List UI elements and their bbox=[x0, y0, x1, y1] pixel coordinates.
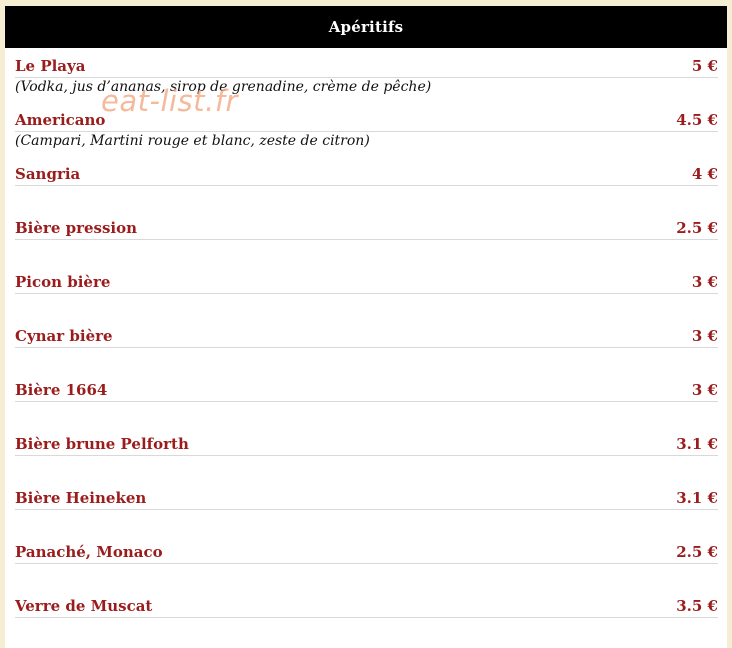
menu-item-name: Bière Heineken bbox=[15, 489, 147, 507]
menu-item-price: 4 € bbox=[691, 165, 718, 183]
menu-item-row: Verre de Muscat 3.5 € bbox=[15, 588, 718, 618]
menu-item: Le Playa 5 € (Vodka, jus d’ananas, sirop… bbox=[15, 48, 718, 102]
menu-item-name: Cynar bière bbox=[15, 327, 113, 345]
menu-item-description: (Vodka, jus d’ananas, sirop de grenadine… bbox=[15, 79, 432, 95]
menu-item: Americano 4.5 € (Campari, Martini rouge … bbox=[15, 102, 718, 156]
menu-item-row: Bière brune Pelforth 3.1 € bbox=[15, 426, 718, 456]
menu-item: Cynar bière 3 € bbox=[15, 318, 718, 372]
menu-item: Bière pression 2.5 € bbox=[15, 210, 718, 264]
menu-item-price: 3 € bbox=[691, 327, 718, 345]
menu-item-row: Bière 1664 3 € bbox=[15, 372, 718, 402]
menu-item-row: Picon bière 3 € bbox=[15, 264, 718, 294]
menu-item: Panaché, Monaco 2.5 € bbox=[15, 534, 718, 588]
menu-item-price: 4.5 € bbox=[676, 111, 718, 129]
menu-item-name: Bière 1664 bbox=[15, 381, 108, 399]
section-title: Apéritifs bbox=[328, 18, 404, 36]
menu-item-price: 5 € bbox=[691, 57, 718, 75]
menu-item-name: Le Playa bbox=[15, 57, 86, 75]
menu-item-name: Bière brune Pelforth bbox=[15, 435, 189, 453]
menu-item-row: Panaché, Monaco 2.5 € bbox=[15, 534, 718, 564]
menu-item-name: Sangria bbox=[15, 165, 81, 183]
menu-item-row: Sangria 4 € bbox=[15, 156, 718, 186]
menu-item-row: Bière pression 2.5 € bbox=[15, 210, 718, 240]
menu-list: Le Playa 5 € (Vodka, jus d’ananas, sirop… bbox=[5, 48, 727, 642]
menu-item: Bière brune Pelforth 3.1 € bbox=[15, 426, 718, 480]
menu-item: Bière Heineken 3.1 € bbox=[15, 480, 718, 534]
menu-item-price: 3.1 € bbox=[676, 489, 718, 507]
section-header: Apéritifs bbox=[5, 6, 727, 48]
menu-item-row: Cynar bière 3 € bbox=[15, 318, 718, 348]
menu-panel: Apéritifs Le Playa 5 € (Vodka, jus d’ana… bbox=[5, 6, 727, 648]
menu-item-row: Bière Heineken 3.1 € bbox=[15, 480, 718, 510]
menu-item-name: Bière pression bbox=[15, 219, 138, 237]
menu-item: Sangria 4 € bbox=[15, 156, 718, 210]
menu-item-description: (Campari, Martini rouge et blanc, zeste … bbox=[15, 133, 370, 149]
menu-item-price: 3 € bbox=[691, 273, 718, 291]
menu-item-price: 3.1 € bbox=[676, 435, 718, 453]
menu-item-price: 3.5 € bbox=[676, 597, 718, 615]
menu-item: Verre de Muscat 3.5 € bbox=[15, 588, 718, 642]
menu-item-price: 3 € bbox=[691, 381, 718, 399]
menu-item-row: Le Playa 5 € bbox=[15, 48, 718, 78]
menu-item-name: Panaché, Monaco bbox=[15, 543, 163, 561]
menu-item: Bière 1664 3 € bbox=[15, 372, 718, 426]
menu-item-name: Verre de Muscat bbox=[15, 597, 153, 615]
menu-item-price: 2.5 € bbox=[676, 219, 718, 237]
menu-item-price: 2.5 € bbox=[676, 543, 718, 561]
menu-item-row: Americano 4.5 € bbox=[15, 102, 718, 132]
menu-item-name: Picon bière bbox=[15, 273, 111, 291]
menu-item: Picon bière 3 € bbox=[15, 264, 718, 318]
menu-item-name: Americano bbox=[15, 111, 106, 129]
